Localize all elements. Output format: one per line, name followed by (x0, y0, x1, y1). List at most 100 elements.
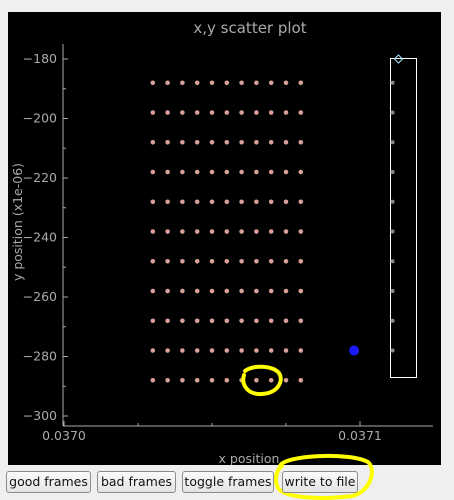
data-point (254, 140, 259, 145)
data-point (239, 229, 244, 234)
data-point (268, 229, 274, 234)
data-point (254, 378, 259, 383)
data-point (239, 169, 244, 175)
data-point (239, 199, 244, 205)
data-point (268, 140, 274, 145)
data-point (209, 229, 215, 234)
data-point (150, 80, 156, 86)
data-point (165, 140, 170, 145)
bad-frames-button[interactable]: bad frames (97, 471, 176, 493)
data-point (165, 169, 170, 175)
data-points (150, 54, 404, 383)
data-point (150, 169, 156, 175)
data-point (180, 110, 185, 115)
data-point (165, 378, 170, 383)
data-point (298, 288, 304, 294)
data-point (194, 259, 200, 264)
data-point (224, 169, 230, 175)
data-point (209, 259, 215, 264)
data-point (194, 229, 200, 234)
data-point (268, 110, 274, 115)
data-point (239, 140, 244, 145)
data-point (209, 169, 215, 175)
data-point (268, 288, 274, 294)
data-point (283, 259, 289, 264)
x-tick-label: 0.0370 (42, 428, 86, 443)
data-point (150, 318, 156, 324)
data-point (194, 288, 200, 294)
data-point (254, 318, 259, 324)
data-point (165, 288, 170, 294)
data-point (194, 378, 200, 383)
data-point (165, 80, 170, 86)
x-axis-label: x position (219, 451, 280, 465)
data-point (254, 229, 259, 234)
masked-data-point (390, 259, 395, 264)
data-point (254, 259, 259, 264)
data-point (194, 110, 200, 115)
data-point (209, 199, 215, 205)
data-point (180, 318, 185, 324)
data-point (180, 169, 185, 175)
data-point (194, 140, 200, 145)
data-point (283, 169, 289, 175)
data-point (194, 169, 200, 175)
data-point (254, 288, 259, 294)
scatter-plot-panel[interactable]: x,y scatter plot −180 −200 −220 −240 −260 −28… (8, 12, 441, 465)
data-point (150, 288, 156, 294)
data-point (268, 348, 274, 353)
data-point (180, 288, 185, 294)
data-point (150, 140, 156, 145)
data-point (268, 259, 274, 264)
data-point (209, 110, 215, 115)
data-point (165, 318, 170, 324)
data-point (224, 140, 230, 145)
plot-axes (62, 44, 433, 427)
data-point (224, 259, 230, 264)
data-point (224, 288, 230, 294)
y-axis-label: y position (x1e-06) (10, 163, 25, 281)
scatter-plot[interactable]: x,y scatter plot −180 −200 −220 −240 −260 −28… (8, 12, 441, 465)
data-point (209, 140, 215, 145)
selection-rectangle[interactable] (390, 58, 417, 378)
data-point (180, 229, 185, 234)
data-point (298, 140, 304, 145)
data-point (298, 259, 304, 264)
data-point (194, 80, 200, 86)
data-point (180, 199, 185, 205)
data-point (298, 199, 304, 205)
data-point (298, 318, 304, 324)
data-point (298, 378, 304, 383)
data-point (254, 348, 259, 353)
data-point (194, 199, 200, 205)
data-point (239, 259, 244, 264)
data-point (239, 318, 244, 324)
data-point (268, 318, 274, 324)
data-point (180, 80, 185, 86)
masked-data-point (390, 110, 395, 115)
data-point (298, 169, 304, 175)
data-point (150, 110, 156, 115)
data-point (298, 110, 304, 115)
selected-data-point[interactable] (349, 345, 360, 356)
data-point (194, 348, 200, 353)
data-point (283, 378, 289, 383)
data-point (209, 318, 215, 324)
toggle-frames-button[interactable]: toggle frames (182, 471, 274, 493)
data-point (283, 199, 289, 205)
data-point (165, 199, 170, 205)
data-point (298, 229, 304, 234)
data-point (283, 229, 289, 234)
data-point (254, 199, 259, 205)
data-point (298, 80, 304, 86)
data-point (150, 348, 156, 353)
data-point (254, 80, 259, 86)
write-to-file-button[interactable]: write to file (282, 471, 358, 493)
data-point (239, 348, 244, 353)
data-point (209, 378, 215, 383)
data-point (254, 110, 259, 115)
good-frames-button[interactable]: good frames (6, 471, 91, 493)
masked-data-point (390, 289, 395, 294)
data-point (150, 378, 156, 383)
data-point (268, 80, 274, 86)
